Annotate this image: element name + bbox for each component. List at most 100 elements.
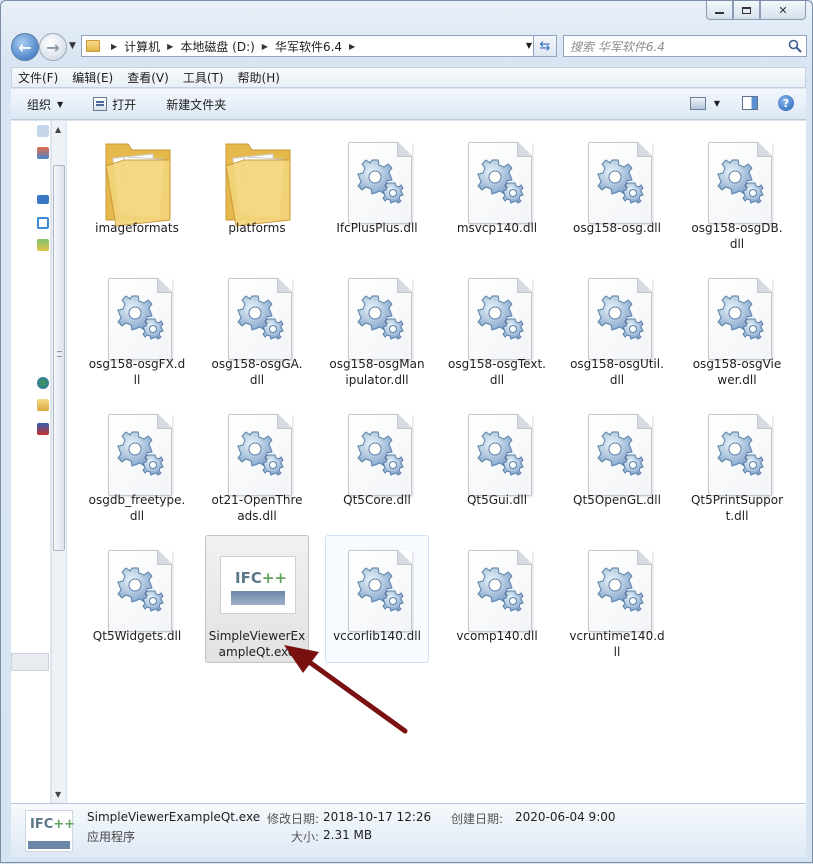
gear-icon bbox=[717, 159, 764, 204]
file-icon bbox=[446, 268, 548, 364]
details-pane: IFC++ SimpleViewerExampleQt.exe 应用程序 修改日… bbox=[11, 803, 806, 857]
file-item[interactable]: osg158-osgGA.dll bbox=[205, 263, 309, 391]
file-name-label: osg158-osgUtil.dll bbox=[570, 357, 664, 387]
nav-item-icon[interactable] bbox=[37, 423, 49, 435]
file-name-label: osg158-osgManipulator.dll bbox=[329, 357, 425, 387]
nav-item-icon[interactable] bbox=[37, 217, 49, 229]
file-icon bbox=[566, 268, 668, 364]
refresh-button[interactable]: ⇆ bbox=[533, 35, 557, 57]
file-item[interactable]: msvcp140.dll bbox=[445, 127, 549, 255]
chevron-right-icon[interactable]: ▶ bbox=[262, 42, 268, 51]
change-view-icon[interactable] bbox=[689, 96, 706, 110]
maximize-button[interactable] bbox=[733, 1, 760, 20]
file-icon bbox=[686, 268, 788, 364]
explorer-window: ✕ ← → ▼ ▶ 计算机 ▶ 本地磁盘 (D:) ▶ 华军软件6.4 ▶ ▼ … bbox=[0, 0, 813, 863]
file-item[interactable]: Qt5Gui.dll bbox=[445, 399, 549, 527]
back-button[interactable]: ← bbox=[11, 33, 39, 61]
document-icon bbox=[348, 414, 412, 496]
nav-item-icon[interactable] bbox=[37, 125, 49, 137]
chevron-right-icon[interactable]: ▶ bbox=[111, 42, 117, 51]
document-icon bbox=[348, 550, 412, 632]
folder-icon[interactable] bbox=[37, 399, 49, 411]
file-icon bbox=[566, 132, 668, 228]
open-button[interactable]: 打开 bbox=[93, 96, 136, 113]
file-item[interactable]: Qt5Widgets.dll bbox=[85, 535, 189, 663]
nav-item-icon[interactable] bbox=[37, 239, 49, 251]
scrollbar-thumb[interactable] bbox=[53, 165, 65, 551]
file-icon bbox=[566, 404, 668, 500]
ifc-app-icon: IFC++ bbox=[220, 556, 296, 614]
file-item[interactable]: osg158-osgFX.dll bbox=[85, 263, 189, 391]
file-icon bbox=[686, 132, 788, 228]
file-item[interactable]: Qt5OpenGL.dll bbox=[565, 399, 669, 527]
organize-label: 组织 bbox=[27, 97, 52, 112]
file-icon bbox=[86, 132, 188, 228]
address-bar[interactable]: ▶ 计算机 ▶ 本地磁盘 (D:) ▶ 华军软件6.4 ▶ ▼ bbox=[81, 35, 537, 57]
file-item[interactable]: osg158-osgDB.dll bbox=[685, 127, 789, 255]
menu-tools[interactable]: 工具(T) bbox=[183, 69, 224, 86]
breadcrumb-current-folder[interactable]: 华军软件6.4 bbox=[275, 38, 342, 55]
computer-icon[interactable] bbox=[37, 195, 49, 204]
breadcrumb-computer[interactable]: 计算机 bbox=[124, 38, 160, 55]
chevron-right-icon[interactable]: ▶ bbox=[349, 42, 355, 51]
breadcrumb-drive-d[interactable]: 本地磁盘 (D:) bbox=[180, 38, 254, 55]
scroll-down-icon[interactable]: ▼ bbox=[55, 790, 61, 799]
menu-edit[interactable]: 编辑(E) bbox=[72, 69, 113, 86]
minimize-button[interactable] bbox=[706, 1, 733, 20]
forward-button[interactable]: → bbox=[39, 33, 67, 61]
file-item[interactable]: osgdb_freetype.dll bbox=[85, 399, 189, 527]
file-item[interactable]: osg158-osgText.dll bbox=[445, 263, 549, 391]
file-name-label: SimpleViewerExampleQt.exe bbox=[208, 629, 306, 659]
help-icon[interactable]: ? bbox=[778, 95, 794, 111]
open-label: 打开 bbox=[112, 97, 137, 112]
menu-help[interactable]: 帮助(H) bbox=[238, 69, 280, 86]
new-folder-button[interactable]: 新建文件夹 bbox=[166, 96, 226, 113]
folder-icon bbox=[225, 143, 291, 227]
file-name-label: msvcp140.dll bbox=[456, 221, 538, 235]
navigation-pane-hscroll[interactable] bbox=[11, 653, 49, 671]
ifc-logo-text: IFC bbox=[235, 569, 262, 587]
nav-item-icon[interactable] bbox=[37, 377, 49, 389]
folder-item[interactable]: imageformats bbox=[85, 127, 189, 255]
address-dropdown[interactable]: ▼ bbox=[526, 41, 532, 50]
refresh-icon: ⇆ bbox=[539, 38, 551, 54]
file-item[interactable]: IFC++ SimpleViewerExampleQt.exe bbox=[205, 535, 309, 663]
file-icon bbox=[326, 404, 428, 500]
file-item[interactable]: osg158-osgUtil.dll bbox=[565, 263, 669, 391]
nav-item-icon[interactable] bbox=[37, 147, 49, 159]
document-icon bbox=[588, 278, 652, 360]
navigation-pane-scrollbar[interactable]: ▲ ▼ bbox=[51, 121, 66, 803]
file-item[interactable]: vcruntime140.dll bbox=[565, 535, 669, 663]
document-icon bbox=[108, 414, 172, 496]
file-item[interactable]: Qt5Core.dll bbox=[325, 399, 429, 527]
chevron-right-icon[interactable]: ▶ bbox=[167, 42, 173, 51]
menu-view[interactable]: 查看(V) bbox=[127, 69, 169, 86]
file-item[interactable]: IfcPlusPlus.dll bbox=[325, 127, 429, 255]
details-created-label: 创建日期: bbox=[450, 812, 503, 826]
document-icon bbox=[468, 278, 532, 360]
grip-icon bbox=[57, 351, 62, 357]
folder-item[interactable]: platforms bbox=[205, 127, 309, 255]
close-button[interactable]: ✕ bbox=[760, 1, 806, 20]
file-name-label: Qt5Widgets.dll bbox=[92, 629, 182, 643]
file-item[interactable]: vccorlib140.dll bbox=[325, 535, 429, 663]
recent-pages-dropdown[interactable]: ▼ bbox=[69, 41, 76, 51]
search-icon[interactable] bbox=[788, 39, 802, 53]
scroll-up-icon[interactable]: ▲ bbox=[55, 125, 61, 134]
file-item[interactable]: ot21-OpenThreads.dll bbox=[205, 399, 309, 527]
menu-file[interactable]: 文件(F) bbox=[18, 69, 58, 86]
file-item[interactable]: osg158-osg.dll bbox=[565, 127, 669, 255]
view-options-dropdown[interactable]: ▼ bbox=[714, 99, 720, 108]
preview-pane-icon[interactable] bbox=[742, 96, 758, 110]
navigation-bar: ← → ▼ ▶ 计算机 ▶ 本地磁盘 (D:) ▶ 华军软件6.4 ▶ ▼ ⇆ … bbox=[9, 31, 807, 63]
ifc-app-icon: IFC++ bbox=[25, 810, 75, 852]
file-item[interactable]: vcomp140.dll bbox=[445, 535, 549, 663]
file-item[interactable]: osg158-osgViewer.dll bbox=[685, 263, 789, 391]
file-item[interactable]: Qt5PrintSupport.dll bbox=[685, 399, 789, 527]
organize-button[interactable]: 组织 ▼ bbox=[27, 96, 63, 113]
search-input[interactable]: 搜索 华军软件6.4 bbox=[563, 35, 807, 57]
gear-icon bbox=[477, 567, 524, 612]
file-item[interactable]: osg158-osgManipulator.dll bbox=[325, 263, 429, 391]
folder-icon bbox=[105, 143, 171, 227]
file-name-label: osg158-osgGA.dll bbox=[211, 357, 303, 387]
